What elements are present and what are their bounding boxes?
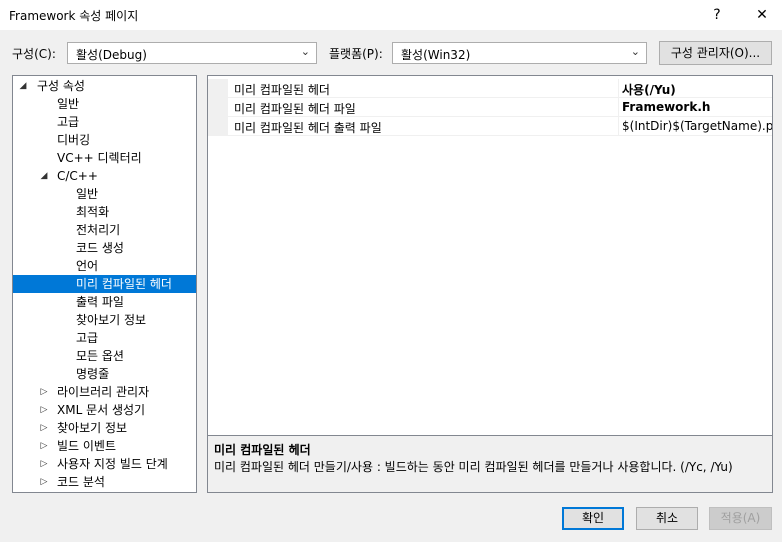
- tree-item-browse-information[interactable]: 찾아보기 정보: [76, 311, 146, 329]
- apply-button[interactable]: 적용(A): [709, 507, 772, 530]
- property-row[interactable]: 미리 컴파일된 헤더 출력 파일 $(IntDir)$(TargetName).…: [208, 117, 772, 136]
- tree-item-cpp[interactable]: C/C++: [57, 167, 98, 185]
- property-name: 미리 컴파일된 헤더: [234, 83, 330, 97]
- property-name: 미리 컴파일된 헤더 파일: [234, 102, 356, 116]
- description-panel: 미리 컴파일된 헤더 미리 컴파일된 헤더 만들기/사용 : 빌드하는 동안 미…: [207, 436, 773, 493]
- row-gutter: [208, 98, 228, 116]
- property-row[interactable]: 미리 컴파일된 헤더 사용(/Yu): [208, 79, 772, 98]
- property-value[interactable]: 사용(/Yu): [622, 81, 676, 98]
- row-gutter: [208, 79, 228, 97]
- expanded-icon[interactable]: ◢: [38, 171, 50, 181]
- window-title: Framework 속성 페이지: [9, 9, 139, 23]
- platform-label: 플랫폼(P):: [329, 47, 383, 61]
- property-name: 미리 컴파일된 헤더 출력 파일: [234, 121, 382, 135]
- configuration-dropdown[interactable]: 활성(Debug) ⌄: [67, 42, 317, 64]
- platform-dropdown[interactable]: 활성(Win32) ⌄: [392, 42, 647, 64]
- platform-value: 활성(Win32): [401, 48, 471, 62]
- chevron-down-icon: ⌄: [630, 45, 640, 58]
- property-grid[interactable]: 미리 컴파일된 헤더 사용(/Yu) 미리 컴파일된 헤더 파일 Framewo…: [207, 75, 773, 436]
- tree-item-advanced[interactable]: 고급: [57, 113, 79, 131]
- tree-item-config-properties[interactable]: 구성 속성: [37, 77, 85, 95]
- close-icon[interactable]: ✕: [742, 0, 782, 30]
- description-title: 미리 컴파일된 헤더: [214, 443, 311, 457]
- tree-item-vc-directories[interactable]: VC++ 디렉터리: [57, 149, 142, 167]
- column-divider: [618, 98, 619, 116]
- ok-button[interactable]: 확인: [562, 507, 624, 530]
- collapsed-icon[interactable]: ▷: [38, 459, 50, 469]
- row-gutter: [208, 117, 228, 135]
- tree-item-code-analysis[interactable]: 코드 분석: [57, 473, 105, 491]
- property-tree[interactable]: ◢ 구성 속성 일반 고급 디버깅 VC++ 디렉터리 ◢ C/C++ 일반 최…: [12, 75, 197, 493]
- description-text: 미리 컴파일된 헤더 만들기/사용 : 빌드하는 동안 미리 컴파일된 헤더를 …: [214, 460, 733, 474]
- tree-item-optimization[interactable]: 최적화: [76, 203, 109, 221]
- collapsed-icon[interactable]: ▷: [38, 405, 50, 415]
- configuration-label: 구성(C):: [12, 47, 56, 61]
- cancel-button[interactable]: 취소: [636, 507, 698, 530]
- tree-item-debugging[interactable]: 디버깅: [57, 131, 90, 149]
- tree-item-precompiled-headers[interactable]: 미리 컴파일된 헤더: [13, 275, 196, 293]
- help-icon[interactable]: ?: [697, 0, 737, 30]
- expanded-icon[interactable]: ◢: [17, 81, 29, 91]
- property-value[interactable]: Framework.h: [622, 100, 710, 114]
- collapsed-icon[interactable]: ▷: [38, 441, 50, 451]
- tree-item-cpp-advanced[interactable]: 고급: [76, 329, 98, 347]
- tree-item-xml-document-generator[interactable]: XML 문서 생성기: [57, 401, 145, 419]
- tree-item-librarian[interactable]: 라이브러리 관리자: [57, 383, 149, 401]
- configuration-value: 활성(Debug): [76, 48, 147, 62]
- tree-item-preprocessor[interactable]: 전처리기: [76, 221, 120, 239]
- tree-item-general[interactable]: 일반: [57, 95, 79, 113]
- column-divider: [618, 117, 619, 135]
- tree-item-command-line[interactable]: 명령줄: [76, 365, 109, 383]
- tree-item-language[interactable]: 언어: [76, 257, 98, 275]
- tree-item-browse-info[interactable]: 찾아보기 정보: [57, 419, 127, 437]
- tree-item-all-options[interactable]: 모든 옵션: [76, 347, 124, 365]
- property-value[interactable]: $(IntDir)$(TargetName).pch: [622, 119, 772, 133]
- configuration-manager-button[interactable]: 구성 관리자(O)...: [659, 41, 772, 65]
- collapsed-icon[interactable]: ▷: [38, 477, 50, 487]
- title-bar: Framework 속성 페이지 ? ✕: [0, 0, 782, 30]
- collapsed-icon[interactable]: ▷: [38, 423, 50, 433]
- property-row[interactable]: 미리 컴파일된 헤더 파일 Framework.h: [208, 98, 772, 117]
- tree-item-cpp-general[interactable]: 일반: [76, 185, 98, 203]
- tree-item-code-generation[interactable]: 코드 생성: [76, 239, 124, 257]
- tree-item-build-events[interactable]: 빌드 이벤트: [57, 437, 116, 455]
- chevron-down-icon: ⌄: [300, 45, 310, 58]
- tree-item-custom-build-step[interactable]: 사용자 지정 빌드 단계: [57, 455, 168, 473]
- collapsed-icon[interactable]: ▷: [38, 387, 50, 397]
- column-divider: [618, 79, 619, 97]
- tree-item-output-files[interactable]: 출력 파일: [76, 293, 124, 311]
